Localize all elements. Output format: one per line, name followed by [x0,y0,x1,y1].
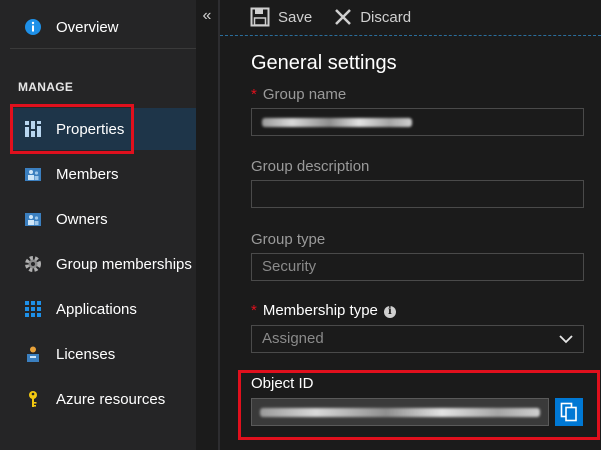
toolbar-separator [220,35,601,36]
discard-button[interactable]: Discard [334,8,411,26]
sidebar-item-members[interactable]: Members [10,153,196,195]
info-icon [22,16,44,38]
save-label: Save [278,8,313,26]
sidebar-item-label: Applications [56,300,137,318]
sidebar-item-licenses[interactable]: Licenses [10,333,196,375]
object-id-field[interactable] [251,398,549,426]
sidebar-item-azure-resources[interactable]: Azure resources [10,378,196,420]
sidebar: Overview MANAGE Properties Members Owner… [0,0,196,450]
info-icon[interactable]: i [383,305,396,318]
copy-icon [560,402,578,422]
group-name-label: * Group name [251,86,347,103]
object-id-label: Object ID [251,375,314,392]
members-icon [22,163,44,185]
toolbar: Save Discard [220,0,601,34]
key-icon [22,388,44,410]
gear-icon [22,253,44,275]
group-name-field[interactable] [251,108,584,136]
chevron-down-icon [559,334,573,344]
section-title: General settings [251,52,397,74]
save-icon [250,7,270,27]
redacted-group-name [262,118,412,127]
sidebar-item-label: Group memberships [56,255,192,273]
required-asterisk: * [251,86,257,103]
sidebar-item-label: Overview [56,18,119,36]
membership-type-value: Assigned [262,330,324,347]
owners-icon [22,208,44,230]
redacted-object-id [260,408,540,417]
sidebar-item-owners[interactable]: Owners [10,198,196,240]
applications-grid-icon [22,298,44,320]
membership-type-select[interactable]: Assigned [251,325,584,353]
sidebar-item-label: Licenses [56,345,116,363]
pane-divider [218,0,220,450]
licenses-icon [22,343,44,365]
required-asterisk: * [251,302,257,319]
sidebar-item-label: Properties [56,120,125,138]
collapse-sidebar-button[interactable]: « [198,4,216,28]
sidebar-item-overview[interactable]: Overview [10,6,196,49]
sidebar-item-applications[interactable]: Applications [10,288,196,330]
discard-label: Discard [360,8,412,26]
group-description-field[interactable] [251,180,584,208]
sidebar-item-label: Owners [56,210,108,228]
section-heading-manage: MANAGE [18,80,74,94]
sidebar-item-properties[interactable]: Properties [10,108,196,150]
sidebar-item-label: Members [56,165,119,183]
sidebar-item-label: Azure resources [56,390,166,408]
save-button[interactable]: Save [250,7,312,27]
group-description-label: Group description [251,158,370,175]
sidebar-item-group-memberships[interactable]: Group memberships [10,243,196,285]
close-icon [334,8,352,26]
copy-button[interactable] [555,398,583,426]
group-type-field[interactable]: Security [251,253,584,281]
membership-type-label: * Membership type i [251,302,396,319]
group-type-label: Group type [251,231,326,248]
properties-icon [22,118,44,140]
